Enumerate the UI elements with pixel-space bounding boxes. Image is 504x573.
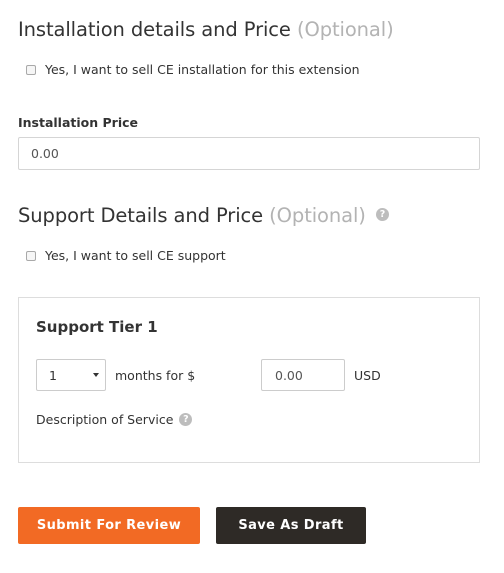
support-section-title: Support Details and Price (Optional) ? [18, 204, 389, 227]
months-select[interactable]: 1 [36, 359, 106, 391]
installation-section-title: Installation details and Price (Optional… [18, 18, 394, 41]
sell-installation-checkbox[interactable] [26, 64, 36, 75]
installation-price-label: Installation Price [18, 115, 139, 130]
description-label-text: Description of Service [36, 412, 174, 427]
submit-for-review-button[interactable]: Submit For Review [18, 507, 200, 544]
support-title-text: Support Details and Price [18, 204, 264, 227]
support-tier-panel: Support Tier 1 1 months for $ 0.00 USD D… [18, 297, 480, 463]
description-help-icon[interactable]: ? [179, 413, 193, 426]
support-help-icon[interactable]: ? [375, 208, 389, 221]
support-optional-tag: (Optional) [269, 204, 366, 227]
sell-installation-option[interactable]: Yes, I want to sell CE installation for … [26, 62, 360, 77]
tier-price-input[interactable]: 0.00 [261, 359, 345, 391]
chevron-down-icon [93, 373, 99, 377]
sell-support-option[interactable]: Yes, I want to sell CE support [26, 248, 226, 263]
installation-price-value: 0.00 [31, 146, 59, 161]
installation-optional-tag: (Optional) [296, 18, 394, 41]
support-tier-title: Support Tier 1 [36, 318, 158, 336]
months-for-label: months for $ [115, 368, 196, 383]
currency-label: USD [354, 368, 381, 383]
tier-price-value: 0.00 [275, 367, 303, 383]
description-of-service-label: Description of Service ? [36, 412, 193, 427]
months-select-value: 1 [49, 367, 57, 383]
installation-title-text: Installation details and Price [18, 18, 291, 41]
sell-support-label: Yes, I want to sell CE support [45, 248, 226, 263]
sell-installation-label: Yes, I want to sell CE installation for … [45, 62, 360, 77]
save-as-draft-button[interactable]: Save As Draft [216, 507, 366, 544]
sell-support-checkbox[interactable] [26, 250, 36, 261]
extension-pricing-form: Installation details and Price (Optional… [0, 0, 504, 573]
installation-price-input[interactable]: 0.00 [18, 137, 480, 170]
